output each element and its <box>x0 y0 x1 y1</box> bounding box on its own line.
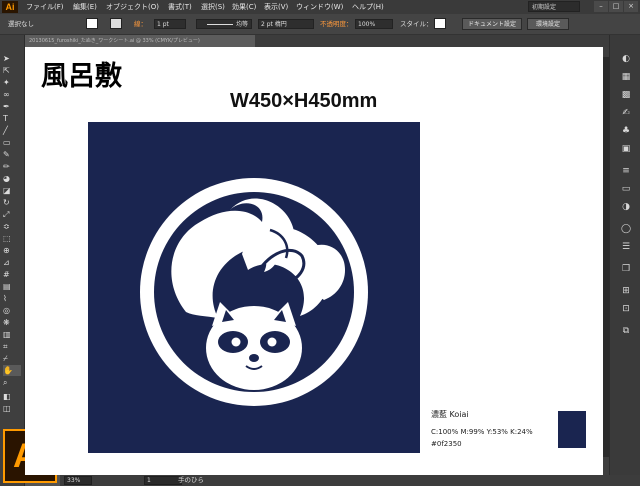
maximize-button[interactable]: □ <box>609 1 623 12</box>
color-hex-value: #0f2350 <box>431 440 462 448</box>
pencil-icon[interactable]: ✏ <box>3 161 21 172</box>
fill-swatch[interactable] <box>86 18 98 29</box>
stroke-panel-icon[interactable]: ≡ <box>619 165 633 177</box>
artboards-panel-icon[interactable]: ❒ <box>619 263 633 275</box>
layers-panel-icon[interactable]: ☰ <box>619 241 633 253</box>
profile-label: 均等 <box>235 21 248 28</box>
mesh-icon[interactable]: # <box>3 269 21 280</box>
window-controls: – □ × <box>593 1 638 12</box>
zoom-field[interactable]: 33% <box>64 476 92 485</box>
canvas-area[interactable]: 風呂敷 W450×H450mm 濃藍 Koiai C:100% M:99% Y:… <box>25 47 609 475</box>
tanuki-nose <box>249 354 259 362</box>
color-sample-chip <box>558 411 586 448</box>
menu-help[interactable]: ヘルプ(H) <box>352 2 384 12</box>
symbols-icon[interactable]: ♣ <box>619 125 633 137</box>
align-panel-icon[interactable]: ⊞ <box>619 285 633 297</box>
stroke-label: 線： <box>134 20 147 28</box>
blob-brush-icon[interactable]: ◕ <box>3 173 21 184</box>
minimize-button[interactable]: – <box>594 1 608 12</box>
brushes-icon[interactable]: ✍ <box>619 107 633 119</box>
paintbrush-icon[interactable]: ✎ <box>3 149 21 160</box>
opacity-field[interactable]: 100% <box>355 19 393 29</box>
document-settings-button[interactable]: ドキュメント設定 <box>462 18 522 30</box>
draw-mode-icon[interactable]: ◫ <box>3 403 21 414</box>
direct-selection-tool-icon[interactable]: ⇱ <box>3 65 21 76</box>
blend-icon[interactable]: ◎ <box>3 305 21 316</box>
graphic-styles-icon[interactable]: ▣ <box>619 143 633 155</box>
artwork-title: 風呂敷 <box>41 61 122 92</box>
menu-type[interactable]: 書式(T) <box>168 2 192 12</box>
stroke-swatch[interactable] <box>110 18 122 29</box>
lasso-icon[interactable]: ∞ <box>3 89 21 100</box>
current-tool-status: 手のひら <box>178 476 204 484</box>
color-panel-icon[interactable]: ◐ <box>619 53 633 65</box>
pen-tool-icon[interactable]: ✒ <box>3 101 21 112</box>
fill-stroke-icon[interactable]: ◧ <box>3 391 21 402</box>
eraser-icon[interactable]: ◪ <box>3 185 21 196</box>
symbol-sprayer-icon[interactable]: ❋ <box>3 317 21 328</box>
line-tool-icon[interactable]: ╱ <box>3 125 21 136</box>
selection-status: 選択なし <box>8 20 34 28</box>
tanuki-left-eye <box>231 337 241 347</box>
zoom-tool-icon[interactable]: ⌕ <box>3 377 21 388</box>
appearance-panel-icon[interactable]: ◯ <box>619 223 633 235</box>
color-name: 濃藍 Koiai <box>431 410 469 419</box>
size-label: W450×H450mm <box>230 90 378 112</box>
tools-panel: ➤ ⇱ ✦ ∞ ✒ T ╱ ▭ ✎ ✏ ◕ ◪ ↻ ⤢ ≎ ⬚ ⊕ ⊿ # ▤ … <box>0 35 25 486</box>
control-bar: 選択なし 線： 1 pt 均等 2 pt 楕円 不透明度： 100% スタイル：… <box>0 14 640 35</box>
gradient-icon[interactable]: ▤ <box>3 281 21 292</box>
color-guide-icon[interactable]: ▦ <box>619 71 633 83</box>
variable-width-profile[interactable]: 均等 <box>196 19 252 29</box>
panel-dock: ◐ ▦ ▩ ✍ ♣ ▣ ≡ ▭ ◑ ◯ ☰ ❒ ⊞ ⊡ ⧉ <box>609 35 640 486</box>
stroke-weight-field[interactable]: 1 pt <box>154 19 186 29</box>
perspective-icon[interactable]: ⊿ <box>3 257 21 268</box>
gradient-panel-icon[interactable]: ▭ <box>619 183 633 195</box>
eyedropper-icon[interactable]: ⌇ <box>3 293 21 304</box>
transform-panel-icon[interactable]: ⊡ <box>619 303 633 315</box>
workspace-switcher[interactable]: 初期設定 <box>528 1 580 12</box>
graph-icon[interactable]: ▥ <box>3 329 21 340</box>
menu-file[interactable]: ファイル(F) <box>26 2 64 12</box>
magic-wand-icon[interactable]: ✦ <box>3 77 21 88</box>
graphic-style-swatch[interactable] <box>434 18 446 29</box>
menu-select[interactable]: 選択(S) <box>201 2 225 12</box>
menu-window[interactable]: ウィンドウ(W) <box>296 2 343 12</box>
menu-edit[interactable]: 編集(E) <box>73 2 97 12</box>
style-label: スタイル： <box>400 20 433 28</box>
selection-tool-icon[interactable]: ➤ <box>3 53 21 64</box>
swatches-icon[interactable]: ▩ <box>619 89 633 101</box>
artboard-icon[interactable]: ⌗ <box>3 341 21 352</box>
status-bar: 33% 1 手のひら <box>60 475 640 486</box>
scale-icon[interactable]: ⤢ <box>3 209 21 220</box>
document-tab[interactable]: 20130615_furoshiki_たぬき_ワークシート.ai @ 33% (… <box>25 35 255 47</box>
artboard-navigator[interactable]: 1 <box>144 476 182 485</box>
rotate-icon[interactable]: ↻ <box>3 197 21 208</box>
type-tool-icon[interactable]: T <box>3 113 21 124</box>
hand-tool-icon[interactable]: ✋ <box>3 365 21 376</box>
app-logo: Ai <box>2 1 18 13</box>
menu-effect[interactable]: 効果(C) <box>232 2 256 12</box>
document-tab-bar: 20130615_furoshiki_たぬき_ワークシート.ai @ 33% (… <box>25 35 609 47</box>
menu-view[interactable]: 表示(V) <box>264 2 288 12</box>
transparency-panel-icon[interactable]: ◑ <box>619 201 633 213</box>
pathfinder-panel-icon[interactable]: ⧉ <box>619 325 633 337</box>
preferences-button[interactable]: 環境設定 <box>527 18 569 30</box>
close-button[interactable]: × <box>624 1 638 12</box>
shape-builder-icon[interactable]: ⊕ <box>3 245 21 256</box>
menu-bar: Ai ファイル(F) 編集(E) オブジェクト(O) 書式(T) 選択(S) 効… <box>0 0 640 14</box>
artboard[interactable]: 風呂敷 W450×H450mm 濃藍 Koiai C:100% M:99% Y:… <box>25 47 603 475</box>
rectangle-tool-icon[interactable]: ▭ <box>3 137 21 148</box>
opacity-label: 不透明度： <box>320 20 353 28</box>
tanuki-right-eye <box>267 337 277 347</box>
menu-object[interactable]: オブジェクト(O) <box>106 2 159 12</box>
free-transform-icon[interactable]: ⬚ <box>3 233 21 244</box>
color-cmyk-values: C:100% M:99% Y:53% K:24% <box>431 428 533 436</box>
brush-definition[interactable]: 2 pt 楕円 <box>258 19 314 29</box>
width-tool-icon[interactable]: ≎ <box>3 221 21 232</box>
furoshiki-artwork[interactable] <box>88 122 420 453</box>
slice-icon[interactable]: ⌿ <box>3 353 21 364</box>
profile-line-icon <box>206 24 233 25</box>
